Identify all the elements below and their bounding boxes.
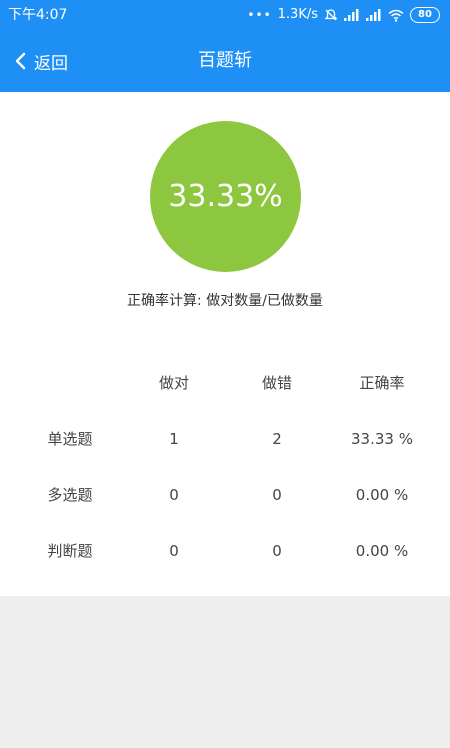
row-wrong: 2 bbox=[272, 430, 282, 448]
page-title: 百题斩 bbox=[198, 50, 252, 71]
signal-icon bbox=[366, 9, 381, 21]
battery-icon: 80 bbox=[410, 7, 440, 23]
row-correct: 0 bbox=[169, 486, 179, 504]
row-rate: 33.33 % bbox=[351, 430, 413, 448]
mute-icon bbox=[324, 9, 338, 21]
signal-icon bbox=[344, 9, 359, 21]
header-rate: 正确率 bbox=[359, 374, 405, 392]
wifi-icon bbox=[388, 9, 404, 22]
header-correct: 做对 bbox=[158, 374, 190, 392]
row-rate: 0.00 % bbox=[355, 486, 409, 504]
bottom-area bbox=[0, 596, 450, 748]
row-label: 单选题 bbox=[47, 430, 93, 448]
row-wrong: 0 bbox=[272, 486, 282, 504]
table-row: 判断题 0 0 0.00 % bbox=[0, 523, 450, 579]
status-bar: 下午4:07 ••• 1.3K/s 80 bbox=[0, 0, 450, 30]
table-header-row: 做对 做错 正确率 bbox=[0, 355, 450, 411]
stats-table: 做对 做错 正确率 单选题 1 2 33.33 % 多选题 0 0 0.00 %… bbox=[0, 355, 450, 579]
header-wrong: 做错 bbox=[261, 374, 293, 392]
table-row: 单选题 1 2 33.33 % bbox=[0, 411, 450, 467]
accuracy-circle: 33.33% bbox=[150, 121, 301, 272]
accuracy-value: 33.33% bbox=[168, 179, 283, 214]
signal-dots-icon: ••• bbox=[247, 8, 272, 22]
row-correct: 0 bbox=[169, 542, 179, 560]
row-rate: 0.00 % bbox=[355, 542, 409, 560]
network-speed: 1.3K/s bbox=[277, 7, 318, 22]
row-correct: 1 bbox=[169, 430, 179, 448]
status-indicators: ••• 1.3K/s 80 bbox=[247, 6, 440, 24]
row-label: 多选题 bbox=[47, 486, 93, 504]
status-time: 下午4:07 bbox=[8, 7, 68, 23]
row-wrong: 0 bbox=[272, 542, 282, 560]
accuracy-formula: 正确率计算: 做对数量/已做数量 bbox=[127, 293, 323, 309]
table-row: 多选题 0 0 0.00 % bbox=[0, 467, 450, 523]
nav-bar: 返回 百题斩 bbox=[0, 30, 450, 92]
row-label: 判断题 bbox=[47, 542, 93, 560]
